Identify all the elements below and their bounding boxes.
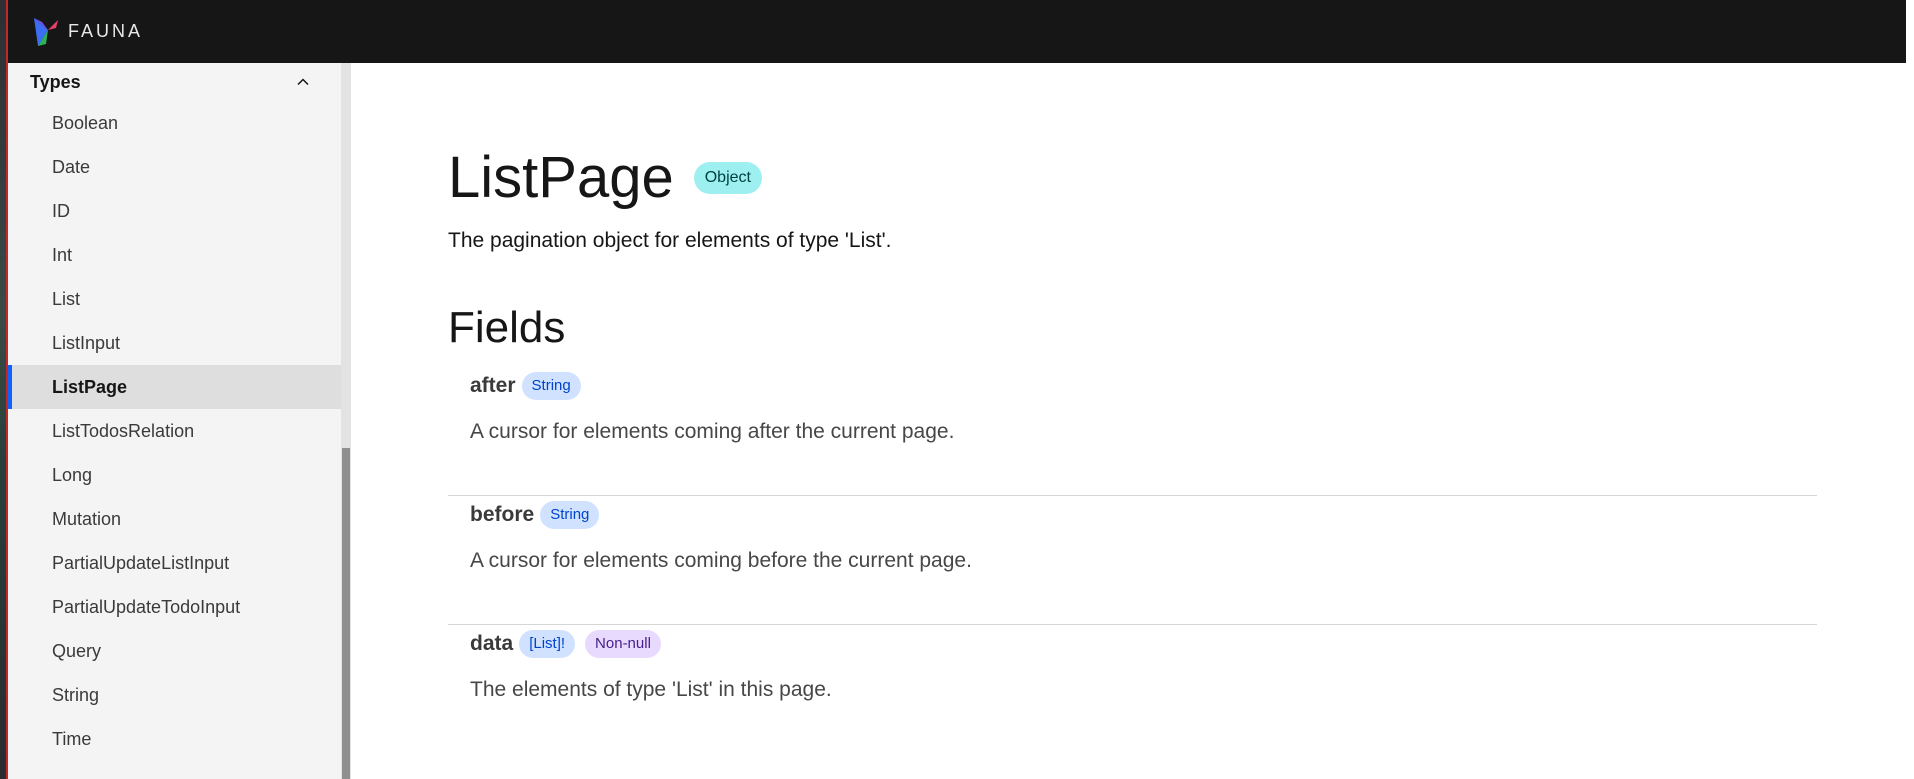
brand-name: FAUNA xyxy=(68,21,144,41)
sidebar-item-partialupdatetodoinput[interactable]: PartialUpdateTodoInput xyxy=(8,585,341,629)
sidebar-item-string[interactable]: String xyxy=(8,673,341,717)
page-title-row: ListPage Object xyxy=(448,149,762,207)
page-title: ListPage xyxy=(448,145,674,210)
page-description: The pagination object for elements of ty… xyxy=(448,229,892,252)
object-kind-tag: Object xyxy=(693,161,762,195)
field-type-tag[interactable]: String xyxy=(521,372,581,400)
window-edge xyxy=(0,0,8,779)
field-data: data [List]! Non-null The elements of ty… xyxy=(448,630,1817,750)
field-name: data xyxy=(470,631,514,655)
sidebar-item-mutation[interactable]: Mutation xyxy=(8,497,341,541)
fauna-logo[interactable]: FAUNA xyxy=(32,16,143,48)
sidebar-scrollbar-thumb[interactable] xyxy=(342,448,350,779)
sidebar-item-query[interactable]: Query xyxy=(8,629,341,673)
fields-heading: Fields xyxy=(448,303,566,352)
sidebar-item-int[interactable]: Int xyxy=(8,233,341,277)
main-content: ListPage Object The pagination object fo… xyxy=(361,63,1906,779)
field-description: A cursor for elements coming after the c… xyxy=(470,419,955,443)
field-header: before String xyxy=(470,501,1817,529)
field-name: before xyxy=(470,502,535,526)
sidebar-item-time[interactable]: Time xyxy=(8,717,341,761)
sidebar-item-list[interactable]: List xyxy=(8,277,341,321)
sidebar-item-listpage[interactable]: ListPage xyxy=(8,365,341,409)
non-null-tag: Non-null xyxy=(585,630,661,658)
top-navigation-bar: FAUNA xyxy=(8,0,1906,63)
sidebar-scrollbar[interactable] xyxy=(341,63,351,779)
field-type-tag[interactable]: [List]! xyxy=(519,630,576,658)
field-before: before String A cursor for elements comi… xyxy=(448,501,1817,625)
sidebar-item-date[interactable]: Date xyxy=(8,145,341,189)
sidebar-section-title: Types xyxy=(30,71,81,92)
field-header: data [List]! Non-null xyxy=(470,630,1817,658)
field-header: after String xyxy=(470,372,1817,400)
field-type-tag[interactable]: String xyxy=(540,501,600,529)
sidebar-section-types[interactable]: Types xyxy=(8,63,341,101)
chevron-up-icon[interactable] xyxy=(295,74,311,90)
sidebar-item-boolean[interactable]: Boolean xyxy=(8,101,341,145)
field-name: after xyxy=(470,373,516,397)
sidebar-item-partialupdatelistinput[interactable]: PartialUpdateListInput xyxy=(8,541,341,585)
sidebar-item-id[interactable]: ID xyxy=(8,189,341,233)
fauna-bird-icon xyxy=(34,17,58,46)
field-after: after String A cursor for elements comin… xyxy=(448,372,1817,496)
sidebar: Types Boolean Date ID Int List ListInput… xyxy=(8,63,351,779)
field-description: A cursor for elements coming before the … xyxy=(470,548,972,572)
sidebar-item-listtodosrelation[interactable]: ListTodosRelation xyxy=(8,409,341,453)
field-description: The elements of type 'List' in this page… xyxy=(470,677,832,701)
sidebar-item-long[interactable]: Long xyxy=(8,453,341,497)
sidebar-item-listinput[interactable]: ListInput xyxy=(8,321,341,365)
